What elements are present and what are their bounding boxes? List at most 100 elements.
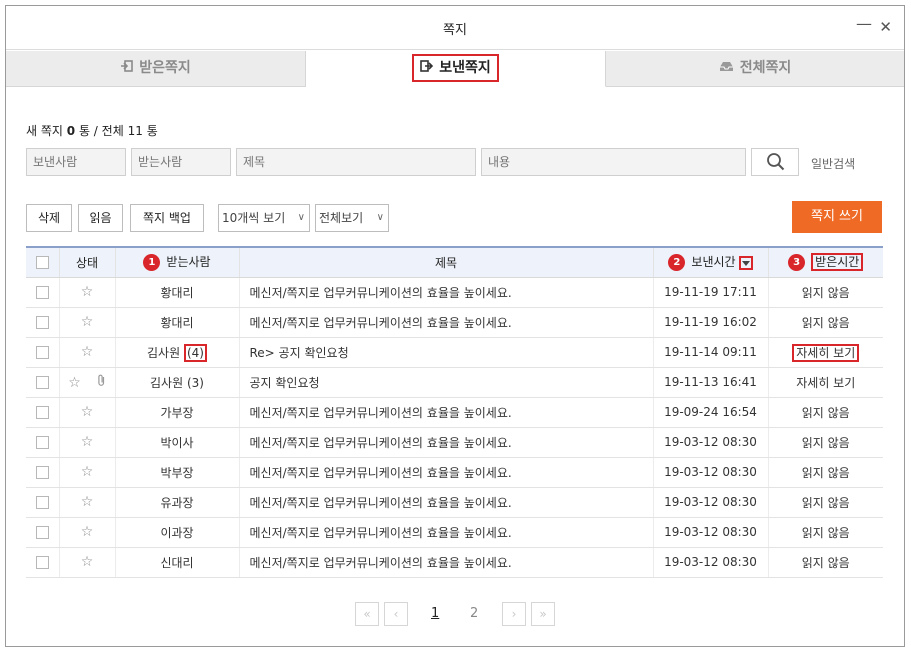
select-all-checkbox[interactable] [35,256,49,270]
attachment-icon [97,374,106,391]
mark-read-button[interactable]: 읽음 [78,204,123,232]
row-received-status[interactable]: 자세히 보기 [796,376,855,390]
row-status-cell: ☆ [59,517,116,548]
star-icon[interactable]: ☆ [81,314,94,330]
filter-value: 전체보기 [319,211,364,225]
star-icon[interactable]: ☆ [81,524,94,540]
row-checkbox[interactable] [35,466,49,479]
minimize-icon[interactable]: — [856,14,872,33]
row-recipient-cell[interactable]: 황대리 [115,307,240,338]
row-subject[interactable]: 메신저/쪽지로 업무커뮤니케이션의 효율을 높이세요. [239,277,654,308]
row-received-status-cell: 자세히 보기 [768,337,883,368]
sent-time-header[interactable]: 2 보낸시간 [653,246,769,278]
last-page-button[interactable]: » [531,602,555,626]
search-button[interactable] [751,148,799,176]
row-checkbox[interactable] [35,376,49,389]
row-sent-time: 19-03-12 08:30 [653,427,769,458]
row-checkbox[interactable] [35,406,49,419]
row-recipient-cell[interactable]: 김사원 (4) [115,337,240,368]
row-recipient-cell[interactable]: 이과장 [115,517,240,548]
row-checkbox[interactable] [35,496,49,509]
tray-icon [719,51,734,85]
sender-search-input[interactable] [26,148,126,176]
row-subject[interactable]: 메신저/쪽지로 업무커뮤니케이션의 효율을 높이세요. [239,457,654,488]
table-row[interactable]: ☆ 김사원 (3) 공지 확인요청 19-11-13 16:41 자세히 보기 [26,367,883,398]
first-page-button[interactable]: « [355,602,379,626]
recipient-search-input[interactable] [131,148,231,176]
table-row[interactable]: ☆ 황대리 메신저/쪽지로 업무커뮤니케이션의 효율을 높이세요. 19-11-19… [26,277,883,308]
row-recipient-cell[interactable]: 박부장 [115,457,240,488]
table-row[interactable]: ☆ 김사원 (4) Re> 공지 확인요청 19-11-14 09:11 자세히 보기 [26,337,883,368]
per-page-select[interactable]: 10개씩 보기 ∨ [218,204,310,232]
row-checkbox[interactable] [35,526,49,539]
star-icon[interactable]: ☆ [81,554,94,570]
row-subject[interactable]: Re> 공지 확인요청 [239,337,654,368]
row-subject[interactable]: 메신저/쪽지로 업무커뮤니케이션의 효율을 높이세요. [239,427,654,458]
star-icon[interactable]: ☆ [81,404,94,420]
row-recipient-cell[interactable]: 박이사 [115,427,240,458]
row-sent-time: 19-11-14 09:11 [653,337,769,368]
row-received-status: 읽지 않음 [801,405,850,420]
star-icon[interactable]: ☆ [81,284,94,300]
row-recipient-cell[interactable]: 김사원 (3) [115,367,240,398]
table-row[interactable]: ☆ 신대리 메신저/쪽지로 업무커뮤니케이션의 효율을 높이세요. 19-03-12… [26,547,883,578]
row-select-cell [26,307,60,338]
star-icon[interactable]: ☆ [81,344,94,360]
page-number-current[interactable]: 1 [431,606,439,621]
star-icon[interactable]: ☆ [81,434,94,450]
row-checkbox[interactable] [35,556,49,569]
search-mode-link[interactable]: 일반검색 [811,155,855,172]
next-page-button[interactable]: › [502,602,526,626]
prev-page-button[interactable]: ‹ [384,602,408,626]
close-icon[interactable]: ✕ [879,18,892,36]
table-row[interactable]: ☆ 유과장 메신저/쪽지로 업무커뮤니케이션의 효율을 높이세요. 19-03-12… [26,487,883,518]
row-checkbox[interactable] [35,286,49,299]
tab-sent[interactable]: 보낸쪽지 [306,51,606,87]
table-row[interactable]: ☆ 황대리 메신저/쪽지로 업무커뮤니케이션의 효율을 높이세요. 19-11-19… [26,307,883,338]
star-icon[interactable]: ☆ [81,494,94,510]
row-subject[interactable]: 메신저/쪽지로 업무커뮤니케이션의 효율을 높이세요. [239,547,654,578]
search-icon [767,153,785,171]
row-received-status: 읽지 않음 [801,555,850,570]
row-select-cell [26,427,60,458]
recipient-header[interactable]: 1 받는사람 [115,246,240,278]
filter-select[interactable]: 전체보기 ∨ [315,204,389,232]
row-status-cell: ☆ [59,277,116,308]
table-row[interactable]: ☆ 이과장 메신저/쪽지로 업무커뮤니케이션의 효율을 높이세요. 19-03-12… [26,517,883,548]
row-subject[interactable]: 메신저/쪽지로 업무커뮤니케이션의 효율을 높이세요. [239,487,654,518]
write-message-button[interactable]: 쪽지 쓰기 [792,201,882,233]
row-received-status-cell: 읽지 않음 [768,517,883,548]
row-subject[interactable]: 메신저/쪽지로 업무커뮤니케이션의 효율을 높이세요. [239,397,654,428]
table-row[interactable]: ☆ 가부장 메신저/쪽지로 업무커뮤니케이션의 효율을 높이세요. 19-09-24… [26,397,883,428]
row-recipient: 유과장 [160,495,194,510]
table-row[interactable]: ☆ 박이사 메신저/쪽지로 업무커뮤니케이션의 효율을 높이세요. 19-03-12… [26,427,883,458]
delete-button[interactable]: 삭제 [26,204,72,232]
row-checkbox[interactable] [35,346,49,359]
star-icon[interactable]: ☆ [68,375,81,391]
row-subject[interactable]: 메신저/쪽지로 업무커뮤니케이션의 효율을 높이세요. [239,517,654,548]
row-received-status-cell: 읽지 않음 [768,397,883,428]
tab-received[interactable]: 받은쪽지 [6,51,306,87]
sort-desc-icon[interactable] [738,255,753,270]
row-recipient-cell[interactable]: 황대리 [115,277,240,308]
recipient-header-label: 받는사람 [166,255,211,270]
row-subject[interactable]: 메신저/쪽지로 업무커뮤니케이션의 효율을 높이세요. [239,307,654,338]
inbox-in-icon [120,51,134,85]
row-checkbox[interactable] [35,436,49,449]
table-row[interactable]: ☆ 박부장 메신저/쪽지로 업무커뮤니케이션의 효율을 높이세요. 19-03-12… [26,457,883,488]
row-received-status-cell: 읽지 않음 [768,307,883,338]
row-recipient: 박부장 [160,465,194,480]
tab-all[interactable]: 전체쪽지 [606,51,904,87]
row-recipient-cell[interactable]: 가부장 [115,397,240,428]
content-search-input[interactable] [481,148,746,176]
backup-button[interactable]: 쪽지 백업 [130,204,204,232]
row-subject[interactable]: 공지 확인요청 [239,367,654,398]
page-number[interactable]: 2 [470,606,478,621]
row-checkbox[interactable] [35,316,49,329]
star-icon[interactable]: ☆ [81,464,94,480]
row-recipient-cell[interactable]: 신대리 [115,547,240,578]
row-recipient-cell[interactable]: 유과장 [115,487,240,518]
subject-search-input[interactable] [236,148,476,176]
row-recipient: 김사원 [147,345,181,360]
row-received-status[interactable]: 자세히 보기 [792,343,860,362]
